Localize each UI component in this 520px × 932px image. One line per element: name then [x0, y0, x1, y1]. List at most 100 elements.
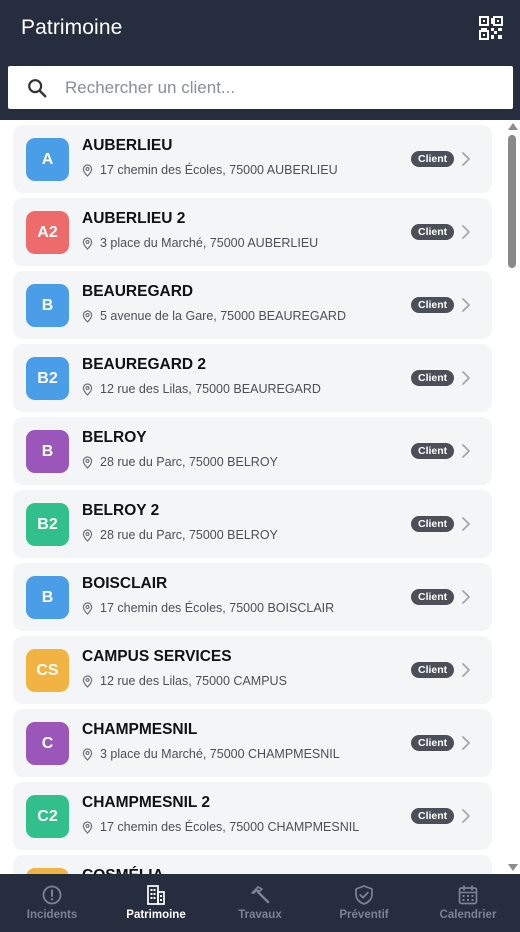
client-address: 17 chemin des Écoles, 75000 AUBERLIEU — [82, 163, 338, 177]
nav-label: Calendrier — [439, 909, 497, 921]
client-avatar: A2 — [26, 211, 69, 254]
client-type-badge: Client — [411, 516, 455, 532]
client-card[interactable]: B BELROY 28 rue du Parc, 75000 BELROY Clien… — [13, 417, 492, 485]
chevron-right-icon — [462, 152, 470, 166]
search-input[interactable] — [65, 66, 495, 109]
bottom-navigation: Incidents Patrimoine Travaux Préventif Calen… — [0, 874, 520, 932]
chevron-right-icon — [462, 736, 470, 750]
client-avatar: C2 — [26, 795, 69, 838]
qr-code-icon[interactable] — [479, 16, 503, 40]
client-address: 17 chemin des Écoles, 75000 BOISCLAIR — [82, 601, 334, 615]
client-list: A AUBERLIEU 17 chemin des Écoles, 75000 AU… — [0, 120, 520, 874]
client-card[interactable]: C CHAMPMESNIL 3 place du Marché, 75000 CHA… — [13, 709, 492, 777]
location-pin-icon — [82, 309, 93, 323]
client-type-badge: Client — [411, 662, 455, 678]
client-avatar: B2 — [26, 357, 69, 400]
nav-item-patrimoine[interactable]: Patrimoine — [104, 874, 208, 932]
location-pin-icon — [82, 601, 93, 615]
client-name: BOISCLAIR — [82, 575, 168, 592]
client-address: 28 rue du Parc, 75000 BELROY — [82, 455, 278, 469]
nav-item-preventif[interactable]: Préventif — [312, 874, 416, 932]
client-card[interactable]: B BOISCLAIR 17 chemin des Écoles, 75000 BO… — [13, 563, 492, 631]
client-type-badge: Client — [411, 443, 455, 459]
client-card[interactable]: B BEAUREGARD 5 avenue de la Gare, 75000 BE… — [13, 271, 492, 339]
client-type-badge: Client — [411, 224, 455, 240]
client-address: 3 place du Marché, 75000 AUBERLIEU — [82, 236, 318, 250]
client-address-text: 17 chemin des Écoles, 75000 BOISCLAIR — [100, 601, 335, 615]
search-icon — [28, 79, 47, 98]
client-address-text: 3 place du Marché, 75000 AUBERLIEU — [100, 236, 319, 250]
scrollbar[interactable] — [504, 120, 520, 874]
client-name: CHAMPMESNIL 2 — [82, 794, 211, 811]
location-pin-icon — [82, 455, 93, 469]
app: Patrimoine Rechercher un client... A AUB… — [0, 0, 520, 932]
client-card[interactable]: COSMÉLIA — [13, 855, 492, 874]
client-card[interactable]: B2 BEAUREGARD 2 12 rue des Lilas, 75000 BE… — [13, 344, 492, 412]
nav-label: Travaux — [238, 909, 282, 921]
chevron-right-icon — [462, 298, 470, 312]
scrollbar-thumb[interactable] — [508, 135, 516, 268]
client-card[interactable]: CS CAMPUS SERVICES 12 rue des Lilas, 75000… — [13, 636, 492, 704]
client-address-text: 5 avenue de la Gare, 75000 BEAUREGARD — [100, 309, 346, 323]
client-name: BELROY 2 — [82, 502, 160, 519]
nav-label: Incidents — [26, 909, 78, 921]
client-name: CAMPUS SERVICES — [82, 648, 232, 665]
client-name: BELROY — [82, 429, 147, 446]
nav-item-travaux[interactable]: Travaux — [208, 874, 312, 932]
client-type-badge: Client — [411, 370, 455, 386]
alert-circle-icon — [42, 885, 62, 905]
client-type-badge: Client — [411, 151, 455, 167]
client-name: COSMÉLIA — [82, 867, 164, 874]
client-card[interactable]: A AUBERLIEU 17 chemin des Écoles, 75000 AU… — [13, 125, 492, 193]
scroll-up-arrow-icon[interactable] — [508, 123, 518, 130]
client-avatar: A — [26, 138, 69, 181]
client-name: AUBERLIEU — [82, 137, 173, 154]
client-type-badge: Client — [411, 808, 455, 824]
client-avatar: C — [26, 722, 69, 765]
client-type-badge: Client — [411, 735, 455, 751]
client-avatar: CS — [26, 649, 69, 692]
client-avatar: B — [26, 284, 69, 327]
client-avatar: B — [26, 576, 69, 619]
client-name: AUBERLIEU 2 — [82, 210, 186, 227]
calendar-icon — [458, 885, 478, 905]
header: Patrimoine — [0, 0, 520, 120]
client-name: BEAUREGARD 2 — [82, 356, 207, 373]
client-address-text: 17 chemin des Écoles, 75000 AUBERLIEU — [100, 163, 338, 177]
client-address-text: 3 place du Marché, 75000 CHAMPMESNIL — [100, 747, 340, 761]
chevron-right-icon — [462, 444, 470, 458]
client-address: 3 place du Marché, 75000 CHAMPMESNIL — [82, 747, 340, 761]
search-bar — [8, 66, 513, 109]
client-address-text: 28 rue du Parc, 75000 BELROY — [100, 528, 278, 542]
client-card[interactable]: B2 BELROY 2 28 rue du Parc, 75000 BELROY Cl… — [13, 490, 492, 558]
client-address: 28 rue du Parc, 75000 BELROY — [82, 528, 278, 542]
building-icon — [147, 885, 165, 905]
nav-label: Patrimoine — [126, 909, 186, 921]
hammer-icon — [251, 886, 270, 904]
nav-item-calendrier[interactable]: Calendrier — [416, 874, 520, 932]
nav-label: Préventif — [339, 909, 389, 921]
client-avatar: B — [26, 430, 69, 473]
client-avatar: B2 — [26, 503, 69, 546]
chevron-right-icon — [462, 590, 470, 604]
client-card[interactable]: C2 CHAMPMESNIL 2 17 chemin des Écoles, 750… — [13, 782, 492, 850]
chevron-right-icon — [462, 225, 470, 239]
client-address: 5 avenue de la Gare, 75000 BEAUREGARD — [82, 309, 346, 323]
location-pin-icon — [82, 820, 93, 834]
location-pin-icon — [82, 382, 93, 396]
client-address: 12 rue des Lilas, 75000 BEAUREGARD — [82, 382, 321, 396]
client-name: CHAMPMESNIL — [82, 721, 198, 738]
chevron-right-icon — [462, 663, 470, 677]
client-address-text: 17 chemin des Écoles, 75000 CHAMPMESNIL — [100, 820, 360, 834]
chevron-right-icon — [462, 809, 470, 823]
client-address: 12 rue des Lilas, 75000 CAMPUS — [82, 674, 287, 688]
shield-check-icon — [355, 885, 373, 905]
location-pin-icon — [82, 528, 93, 542]
client-type-badge: Client — [411, 297, 455, 313]
client-card[interactable]: A2 AUBERLIEU 2 3 place du Marché, 75000 AU… — [13, 198, 492, 266]
client-address-text: 12 rue des Lilas, 75000 BEAUREGARD — [100, 382, 321, 396]
client-address-text: 28 rue du Parc, 75000 BELROY — [100, 455, 278, 469]
scroll-down-arrow-icon[interactable] — [508, 864, 518, 871]
chevron-right-icon — [462, 371, 470, 385]
nav-item-incidents[interactable]: Incidents — [0, 874, 104, 932]
